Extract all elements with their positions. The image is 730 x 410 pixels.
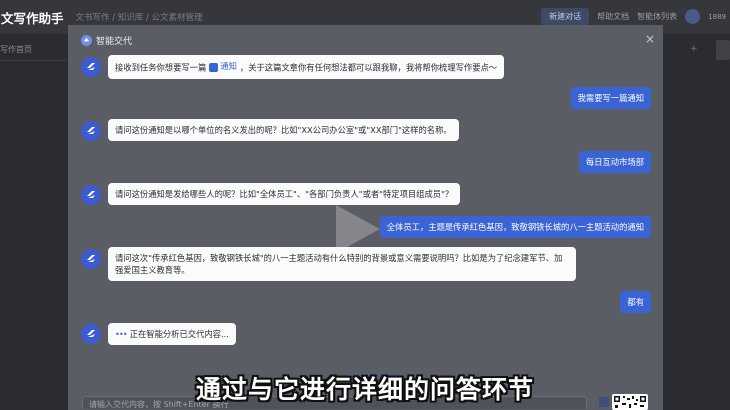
add-icon[interactable]: + xyxy=(690,44,698,54)
bot-message: 请问这份通知是发给哪些人的呢？比如"全体员工"、"各部门负责人"或者"特定项目组… xyxy=(108,183,461,205)
side-panel-tab[interactable] xyxy=(716,40,730,60)
message-text: 接收到任务你想要写一篇 xyxy=(115,62,207,73)
sidebar-item-home[interactable]: 写作首页 xyxy=(0,44,32,55)
user-label: 1889 xyxy=(708,12,726,21)
dialog-header: 智能交代 × xyxy=(68,25,663,55)
user-message: 全体员工，主题是传承红色基因，致敬钢铁长城的八一主题活动的通知 xyxy=(379,216,651,238)
bot-message-loading: ••• 正在智能分析已交代内容... xyxy=(108,323,236,345)
dialog-title: 智能交代 xyxy=(96,36,133,47)
sidebar-divider xyxy=(0,60,66,61)
bot-avatar-icon xyxy=(81,249,101,269)
user-avatar[interactable] xyxy=(685,9,701,24)
bot-avatar-icon xyxy=(81,121,101,141)
edit-icon xyxy=(209,62,219,72)
help-docs-link[interactable]: 帮助文档 xyxy=(597,11,629,22)
message-text: 正在智能分析已交代内容... xyxy=(129,329,229,339)
bot-avatar-icon xyxy=(81,57,101,77)
bot-avatar-icon xyxy=(81,324,101,344)
play-icon[interactable] xyxy=(336,205,380,253)
header-actions: 新建对话 帮助文档 智能体列表 1889 xyxy=(541,8,726,25)
message-text: ，关于这篇文章你有任何想法都可以跟我聊，我将帮你梳理写作要点～ xyxy=(239,62,498,73)
user-message: 每日互动市场部 xyxy=(578,151,651,173)
bot-avatar-icon xyxy=(81,185,101,205)
new-chat-button[interactable]: 新建对话 xyxy=(541,8,590,25)
assistant-logo-icon xyxy=(81,34,92,46)
user-message: 都有 xyxy=(620,291,651,313)
app-breadcrumb: 文书写作 / 知识库 / 公文素材管理 xyxy=(75,13,203,23)
close-icon[interactable]: × xyxy=(645,33,655,45)
doc-type-chip[interactable]: 通知 xyxy=(209,60,237,72)
chip-label: 通知 xyxy=(220,61,237,71)
loading-indicator: ••• xyxy=(115,329,128,339)
agent-list-link[interactable]: 智能体列表 xyxy=(637,11,677,22)
app-title: 文写作助手 xyxy=(1,10,64,26)
bot-message: 接收到任务你想要写一篇 通知 ，关于这篇文章你有任何想法都可以跟我聊，我将帮你梳理写… xyxy=(108,55,505,79)
user-message: 我需要写一篇通知 xyxy=(570,87,651,109)
bot-message: 请问这份通知是以哪个单位的名义发出的呢？比如"XX公司办公室"或"XX部门"这样… xyxy=(108,119,459,141)
video-subtitle: 通过与它进行详细的问答环节 xyxy=(195,375,534,404)
